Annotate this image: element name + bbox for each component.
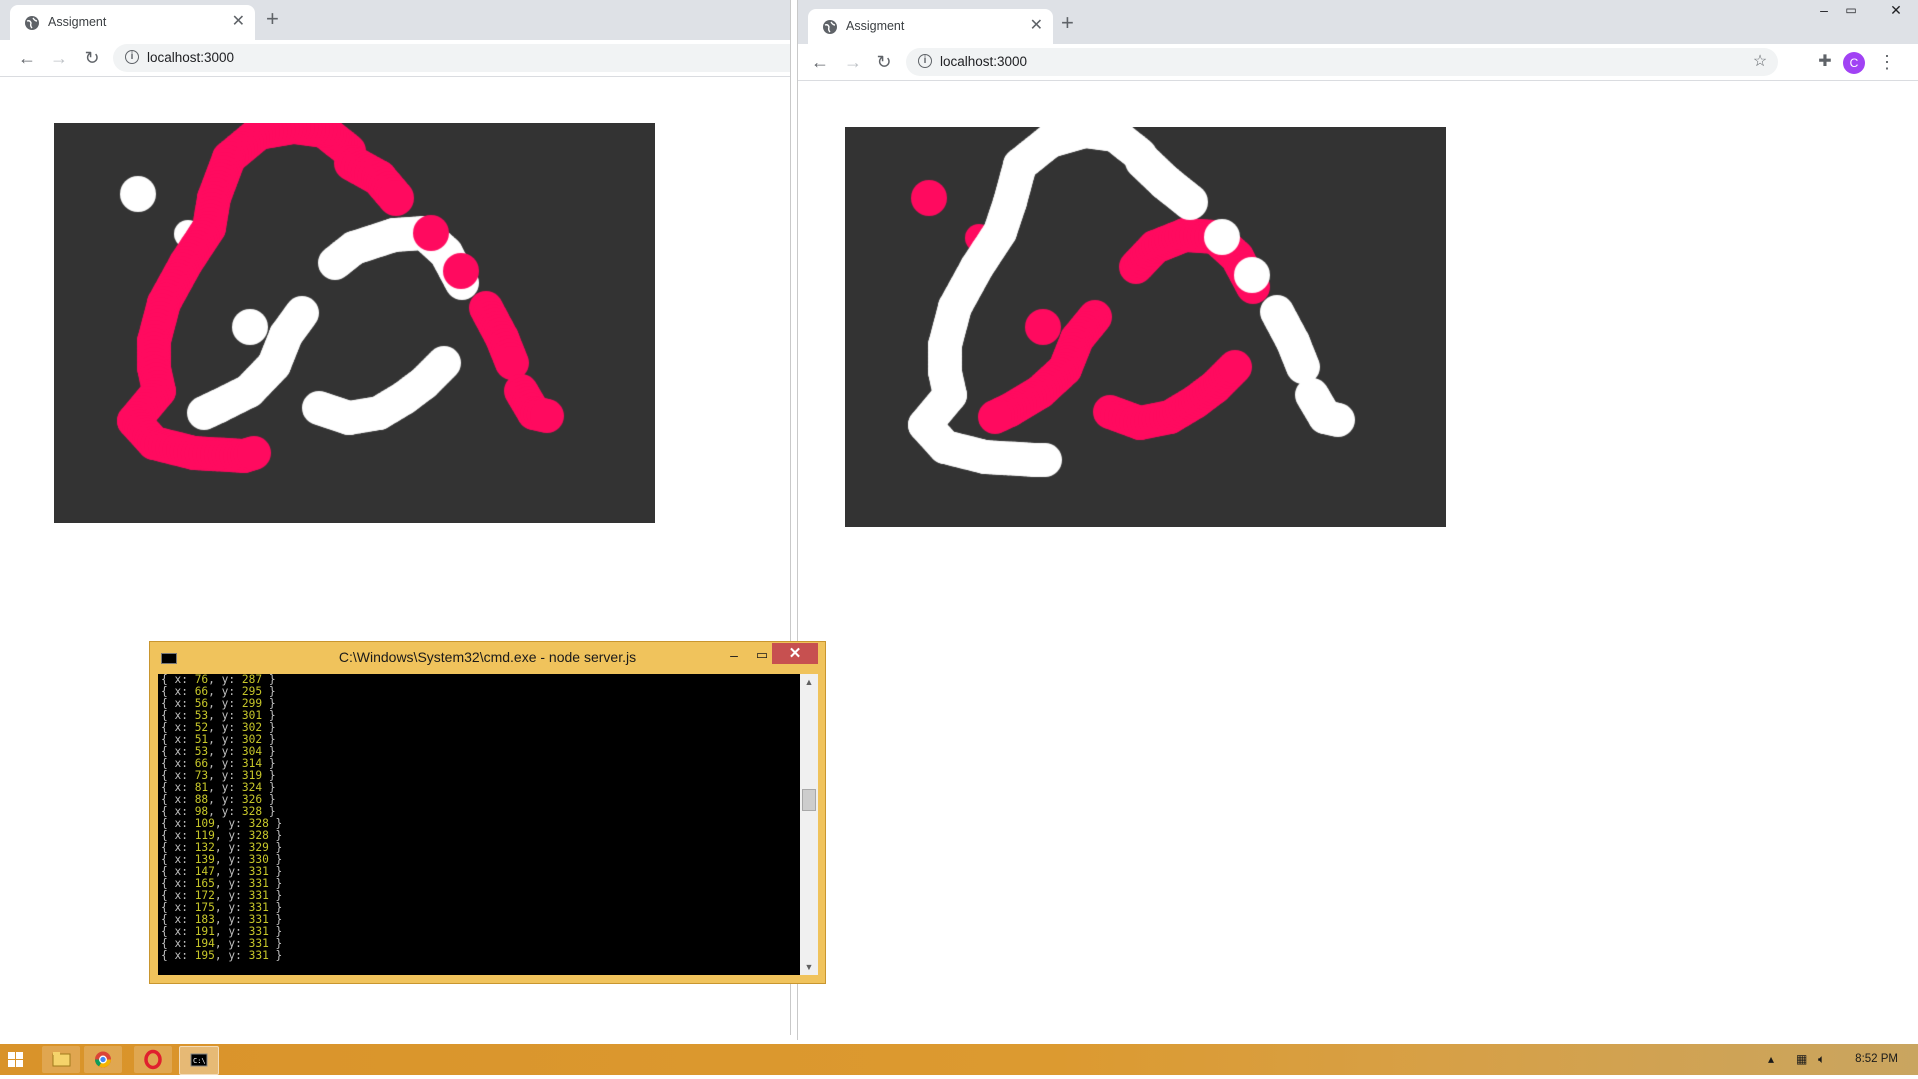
minimize-window-icon[interactable]: – (1810, 0, 1838, 20)
start-windows-icon[interactable] (8, 1052, 24, 1068)
address-bar[interactable]: i localhost:3000 ☆ (906, 48, 1778, 76)
address-bar[interactable]: i localhost:3000 (113, 44, 790, 72)
vertical-scrollbar[interactable]: ▲ ▼ (800, 674, 818, 975)
browser-window-right: Assigment ✕ + – ▭ ✕ ← → ↻ i localhost:30… (797, 0, 1918, 1040)
reload-icon[interactable]: ↻ (80, 46, 104, 70)
file-explorer-button[interactable] (42, 1046, 80, 1073)
info-icon[interactable]: i (918, 54, 932, 68)
cmd-titlebar[interactable]: C:\Windows\System32\cmd.exe - node serve… (150, 642, 825, 672)
network-icon[interactable]: ▦ (1796, 1052, 1807, 1066)
chrome-icon (95, 1051, 111, 1068)
chrome-button[interactable] (84, 1046, 122, 1073)
close-icon[interactable]: ✕ (772, 643, 818, 664)
scroll-up-icon[interactable]: ▲ (800, 674, 818, 690)
console-line: { x: 195, y: 331 } (161, 949, 283, 962)
bookmark-star-icon[interactable]: ☆ (1748, 50, 1772, 74)
back-icon[interactable]: ← (15, 46, 39, 70)
forward-icon[interactable]: → (841, 50, 865, 74)
new-tab-button[interactable]: + (1061, 11, 1074, 35)
url-text: localhost:3000 (147, 50, 235, 65)
browser-toolbar: ← → ↻ i localhost:3000 (0, 40, 790, 77)
new-tab-button[interactable]: + (266, 7, 279, 31)
svg-text:C:\: C:\ (193, 1057, 206, 1065)
cmd-window: C:\Windows\System32\cmd.exe - node serve… (149, 641, 826, 984)
tab-title: Assigment (846, 19, 905, 33)
menu-kebab-icon[interactable]: ⋮ (1875, 50, 1899, 74)
tab-assigment[interactable]: Assigment ✕ (10, 5, 255, 40)
minimize-icon[interactable]: – (721, 645, 747, 665)
back-icon[interactable]: ← (808, 50, 832, 74)
profile-avatar[interactable]: C (1843, 52, 1865, 74)
page-content (798, 81, 1918, 1040)
drawing-canvas[interactable] (845, 127, 1446, 527)
opera-icon (144, 1049, 162, 1070)
cmd-taskbar-button[interactable]: C:\ (179, 1046, 219, 1075)
tab-strip: Assigment ✕ + – ▭ ✕ (798, 0, 1918, 44)
reload-icon[interactable]: ↻ (872, 50, 896, 74)
taskbar: C:\ ▴ ▦ 🔈︎ 8:52 PM (0, 1044, 1918, 1075)
url-text: localhost:3000 (940, 54, 1028, 69)
console-output[interactable]: { x: 76, y: 287 }{ x: 66, y: 295 }{ x: 5… (158, 674, 808, 975)
volume-icon[interactable]: 🔈︎ (1818, 1052, 1825, 1067)
tab-title: Assigment (48, 15, 107, 29)
opera-button[interactable] (134, 1046, 172, 1073)
info-icon[interactable]: i (125, 50, 139, 64)
tab-assigment[interactable]: Assigment ✕ (808, 9, 1053, 44)
drawing-canvas[interactable] (54, 123, 655, 523)
close-tab-icon[interactable]: ✕ (1030, 16, 1043, 36)
tray-overflow-icon[interactable]: ▴ (1768, 1052, 1774, 1066)
close-window-icon[interactable]: ✕ (1882, 0, 1910, 20)
scroll-thumb[interactable] (802, 789, 816, 811)
taskbar-clock[interactable]: 8:52 PM (1855, 1053, 1898, 1065)
close-tab-icon[interactable]: ✕ (232, 12, 245, 32)
folder-icon (52, 1052, 71, 1067)
maximize-window-icon[interactable]: ▭ (1837, 0, 1865, 20)
tab-strip: Assigment ✕ + (0, 0, 790, 40)
scroll-down-icon[interactable]: ▼ (800, 959, 818, 975)
cmd-icon: C:\ (190, 1053, 208, 1067)
extensions-puzzle-icon[interactable]: ✚ (1813, 50, 1837, 74)
globe-icon (25, 16, 39, 30)
forward-icon[interactable]: → (47, 46, 71, 70)
browser-toolbar: ← → ↻ i localhost:3000 ☆ ✚ C ⋮ (798, 44, 1918, 81)
globe-icon (823, 20, 837, 34)
